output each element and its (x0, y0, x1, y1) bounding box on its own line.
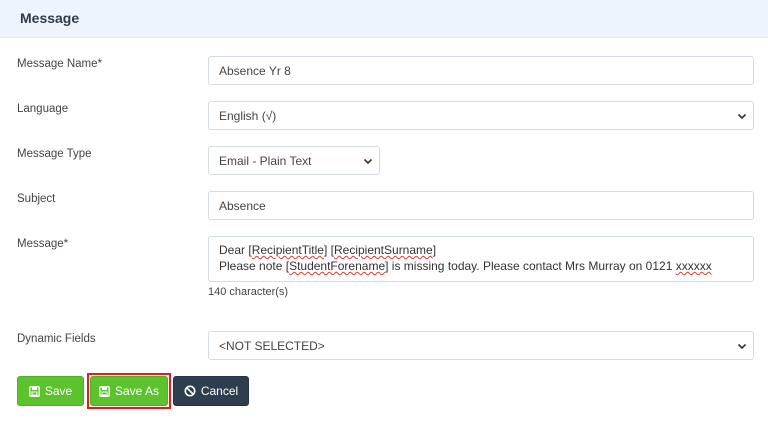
floppy-disk-icon (28, 385, 40, 397)
dynamic-fields-label: Dynamic Fields (17, 333, 96, 345)
save-as-button-label: Save As (114, 384, 160, 398)
dynamic-fields-select[interactable]: <NOT SELECTED> (208, 331, 754, 360)
panel-header: Message (0, 0, 768, 38)
cancel-button[interactable]: Cancel (173, 376, 249, 406)
character-count: 140 character(s) (208, 286, 289, 298)
dynamic-fields-value: <NOT SELECTED> (219, 338, 325, 353)
language-select[interactable]: English (√) (208, 101, 754, 130)
ban-icon (184, 385, 196, 397)
subject-value: Absence (219, 198, 266, 213)
message-line-1: Dear [RecipientTitle] [RecipientSurname] (219, 243, 437, 257)
language-label: Language (17, 103, 69, 115)
message-label: Message* (17, 238, 69, 250)
floppy-disk-icon (99, 385, 110, 397)
message-line-2: Please note [StudentForename] is missing… (219, 259, 712, 273)
save-button[interactable]: Save (17, 376, 84, 406)
chevron-down-icon (737, 111, 747, 121)
message-type-label: Message Type (17, 148, 92, 160)
save-button-label: Save (44, 384, 73, 398)
language-value: English (√) (219, 108, 277, 123)
chevron-down-icon (363, 156, 373, 166)
message-type-select[interactable]: Email - Plain Text (208, 146, 380, 175)
save-as-button[interactable]: Save As (90, 376, 168, 406)
message-name-label: Message Name* (17, 58, 103, 70)
subject-input[interactable]: Absence (208, 191, 754, 220)
chevron-down-icon (737, 341, 747, 351)
cancel-button-label: Cancel (200, 384, 239, 398)
message-textarea[interactable]: Dear [RecipientTitle] [RecipientSurname]… (208, 236, 754, 282)
message-name-input[interactable]: Absence Yr 8 (208, 56, 754, 85)
message-type-value: Email - Plain Text (219, 153, 312, 168)
message-name-value: Absence Yr 8 (219, 63, 291, 78)
subject-label: Subject (17, 193, 56, 205)
panel-title: Message (20, 10, 80, 26)
